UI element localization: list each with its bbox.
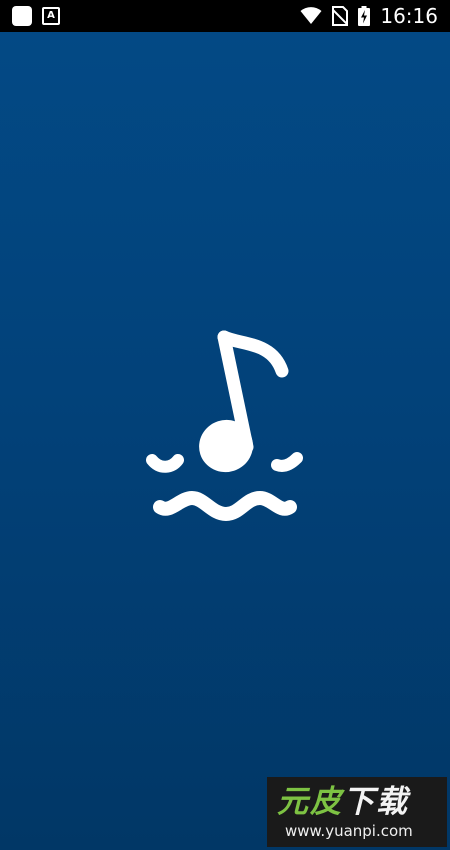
no-sim-icon [332,6,349,26]
notification-icons: A [12,5,60,27]
watermark: 元皮下载 www.yuanpi.com [267,777,447,847]
note-head [199,419,253,473]
status-bar: A 16:16 [0,0,450,32]
battery-charging-icon [358,6,371,26]
watermark-title: 元皮下载 [277,785,447,819]
music-note-waves-icon [146,330,303,521]
left-wave-splash [146,454,184,473]
a-notification-icon: A [42,7,60,25]
wifi-icon [300,7,322,24]
status-time: 16:16 [380,4,438,28]
watermark-url: www.yuanpi.com [285,822,413,840]
right-wave-splash [271,452,303,472]
app-notification-icon [12,6,32,26]
system-icons: 16:16 [300,5,438,27]
bottom-wave [153,491,297,521]
watermark-title-part1: 元皮 [277,784,343,820]
watermark-title-part2: 下载 [343,784,409,820]
